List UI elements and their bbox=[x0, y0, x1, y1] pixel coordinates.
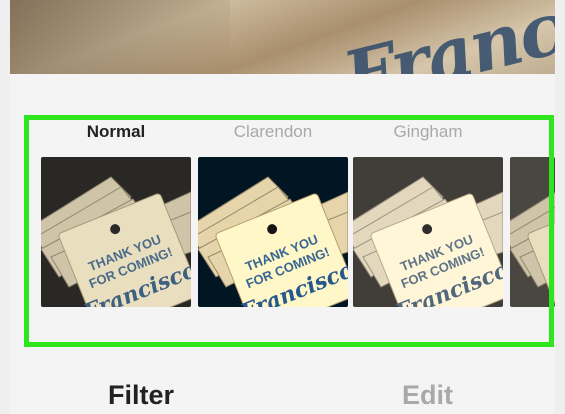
tab-edit[interactable]: Edit bbox=[402, 380, 453, 411]
selection-highlight bbox=[24, 115, 554, 347]
tab-filter[interactable]: Filter bbox=[108, 380, 174, 411]
preview-script-text: Francisco bbox=[335, 0, 555, 74]
preview-shadow bbox=[10, 0, 230, 74]
photo-preview: Francisco bbox=[10, 0, 555, 74]
